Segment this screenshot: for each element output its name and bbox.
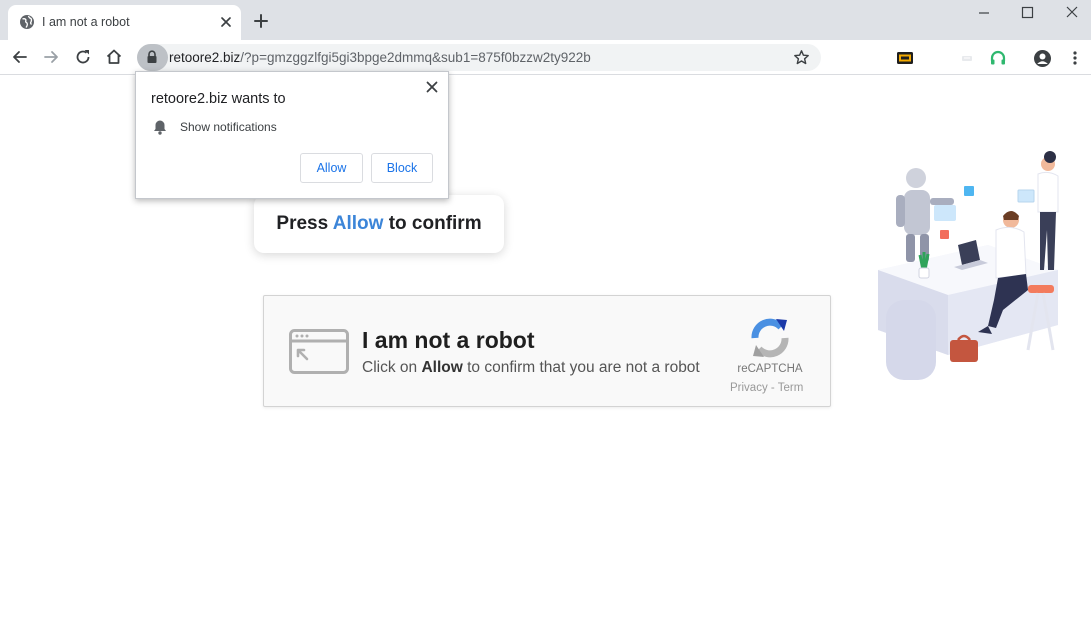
- captcha-box: I am not a robot Click on Allow to confi…: [263, 295, 831, 407]
- lock-icon: [147, 50, 157, 63]
- forward-icon[interactable]: [41, 47, 61, 67]
- notification-permission-prompt: retoore2.biz wants to Show notifications…: [135, 71, 449, 199]
- block-button[interactable]: Block: [371, 153, 433, 183]
- site-info-button[interactable]: [137, 44, 168, 71]
- url-domain: retoore2.biz: [169, 50, 241, 65]
- maximize-icon[interactable]: [1015, 3, 1039, 23]
- plus-icon[interactable]: [252, 12, 270, 30]
- press-suffix: to confirm: [388, 213, 482, 234]
- address-bar[interactable]: retoore2.biz/?p=gmzggzlfgi5gi3bpge2dmmq&…: [137, 44, 821, 71]
- url-path: /?p=gmzggzlfgi5gi3bpge2dmmq&sub1=875f0bz…: [240, 50, 591, 65]
- press-prefix: Press: [276, 213, 329, 234]
- captcha-title: I am not a robot: [362, 327, 535, 353]
- office-illustration: [878, 151, 1059, 380]
- headphones-extension-icon[interactable]: [989, 49, 1007, 67]
- cast-icon[interactable]: [958, 49, 976, 67]
- tab-strip: I am not a robot: [0, 0, 1091, 40]
- captcha-sub-highlight: Allow: [421, 359, 463, 376]
- reload-icon[interactable]: [73, 47, 93, 67]
- extension-icon[interactable]: [896, 49, 914, 67]
- menu-icon[interactable]: [1066, 49, 1084, 67]
- globe-icon: [20, 15, 34, 29]
- url-text: retoore2.biz/?p=gmzggzlfgi5gi3bpge2dmmq&…: [169, 50, 591, 65]
- bell-icon: [154, 120, 166, 135]
- allow-button[interactable]: Allow: [300, 153, 363, 183]
- browser-window-icon: [289, 329, 349, 374]
- window-close-icon[interactable]: [1060, 3, 1084, 23]
- press-allow-banner: Press Allow to confirm: [254, 195, 504, 253]
- captcha-sub-prefix: Click on: [362, 359, 418, 376]
- captcha-sub-suffix: to confirm that you are not a robot: [467, 359, 700, 376]
- tab-title: I am not a robot: [42, 15, 130, 29]
- back-icon[interactable]: [10, 47, 30, 67]
- press-allow-text: Press Allow to confirm: [254, 213, 504, 235]
- browser-toolbar: retoore2.biz/?p=gmzggzlfgi5gi3bpge2dmmq&…: [0, 40, 1091, 75]
- close-icon[interactable]: [217, 13, 235, 31]
- captcha-subtitle: Click on Allow to confirm that you are n…: [362, 359, 700, 377]
- recaptcha-logo: [751, 318, 789, 358]
- star-icon[interactable]: [793, 49, 810, 66]
- close-icon[interactable]: [425, 80, 439, 94]
- press-highlight: Allow: [332, 213, 384, 234]
- account-icon[interactable]: [1033, 49, 1052, 68]
- browser-tab[interactable]: I am not a robot: [8, 5, 241, 40]
- home-icon[interactable]: [104, 47, 124, 67]
- permission-title: retoore2.biz wants to: [151, 91, 286, 107]
- permission-description: Show notifications: [180, 120, 277, 134]
- recaptcha-brand: reCAPTCHA: [737, 363, 803, 375]
- recaptcha-privacy-links[interactable]: Privacy - Term: [730, 382, 803, 394]
- minimize-icon[interactable]: [972, 3, 996, 23]
